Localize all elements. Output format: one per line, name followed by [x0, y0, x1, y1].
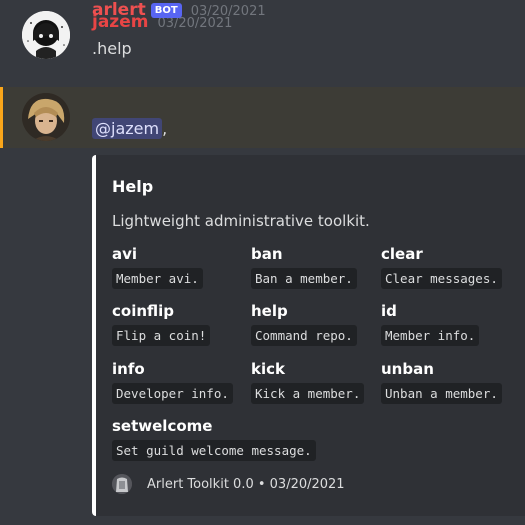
- embed-field: help Command repo.: [251, 302, 357, 346]
- embed-field: unban Unban a member.: [381, 360, 502, 404]
- embed-field: kick Kick a member.: [251, 360, 365, 404]
- user-mention[interactable]: @jazem: [92, 118, 163, 139]
- field-name: id: [381, 302, 397, 320]
- footer-avatar-icon: [112, 474, 132, 494]
- field-value: Ban a member.: [251, 268, 357, 289]
- field-value: Command repo.: [251, 325, 357, 346]
- message-arlert: [0, 87, 525, 148]
- embed-field: clear Clear messages.: [381, 245, 502, 289]
- field-name: avi: [112, 245, 138, 263]
- message-text: ,: [162, 119, 168, 138]
- message-content: @jazem ,: [92, 118, 167, 139]
- embed-field: coinflip Flip a coin!: [112, 302, 211, 346]
- field-value: Set guild welcome message.: [112, 440, 316, 461]
- field-name: coinflip: [112, 302, 175, 320]
- avatar[interactable]: [22, 93, 70, 141]
- message-timestamp: 03/20/2021: [190, 4, 266, 19]
- field-value: Clear messages.: [381, 268, 502, 289]
- embed-footer: Arlert Toolkit 0.0 • 03/20/2021: [112, 474, 345, 494]
- field-name: kick: [251, 360, 285, 378]
- field-value: Member avi.: [112, 268, 203, 289]
- field-value: Flip a coin!: [112, 325, 211, 346]
- message-content: .help: [92, 39, 132, 58]
- field-name: clear: [381, 245, 423, 263]
- field-value: Member info.: [381, 325, 480, 346]
- embed-title: Help: [112, 177, 154, 196]
- footer-text: Arlert Toolkit 0.0 • 03/20/2021: [147, 476, 345, 492]
- field-name: setwelcome: [112, 417, 213, 435]
- field-name: unban: [381, 360, 434, 378]
- field-name: help: [251, 302, 288, 320]
- avatar-arlert-icon: [22, 93, 70, 141]
- message-header: arlert BOT 03/20/2021: [92, 0, 266, 20]
- bot-badge: BOT: [150, 3, 182, 18]
- avatar[interactable]: [22, 11, 70, 59]
- embed-field: id Member info.: [381, 302, 480, 346]
- field-name: info: [112, 360, 145, 378]
- field-value: Developer info.: [112, 383, 233, 404]
- field-value: Kick a member.: [251, 383, 365, 404]
- author-name[interactable]: arlert: [92, 0, 146, 20]
- help-embed: Help Lightweight administrative toolkit.…: [92, 155, 525, 516]
- embed-field: avi Member avi.: [112, 245, 203, 289]
- embed-field: ban Ban a member.: [251, 245, 357, 289]
- field-value: Unban a member.: [381, 383, 502, 404]
- embed-description: Lightweight administrative toolkit.: [112, 212, 370, 230]
- field-name: ban: [251, 245, 283, 263]
- avatar-jazem-icon: [22, 11, 70, 59]
- embed-field: setwelcome Set guild welcome message.: [112, 417, 316, 461]
- embed-field: info Developer info.: [112, 360, 233, 404]
